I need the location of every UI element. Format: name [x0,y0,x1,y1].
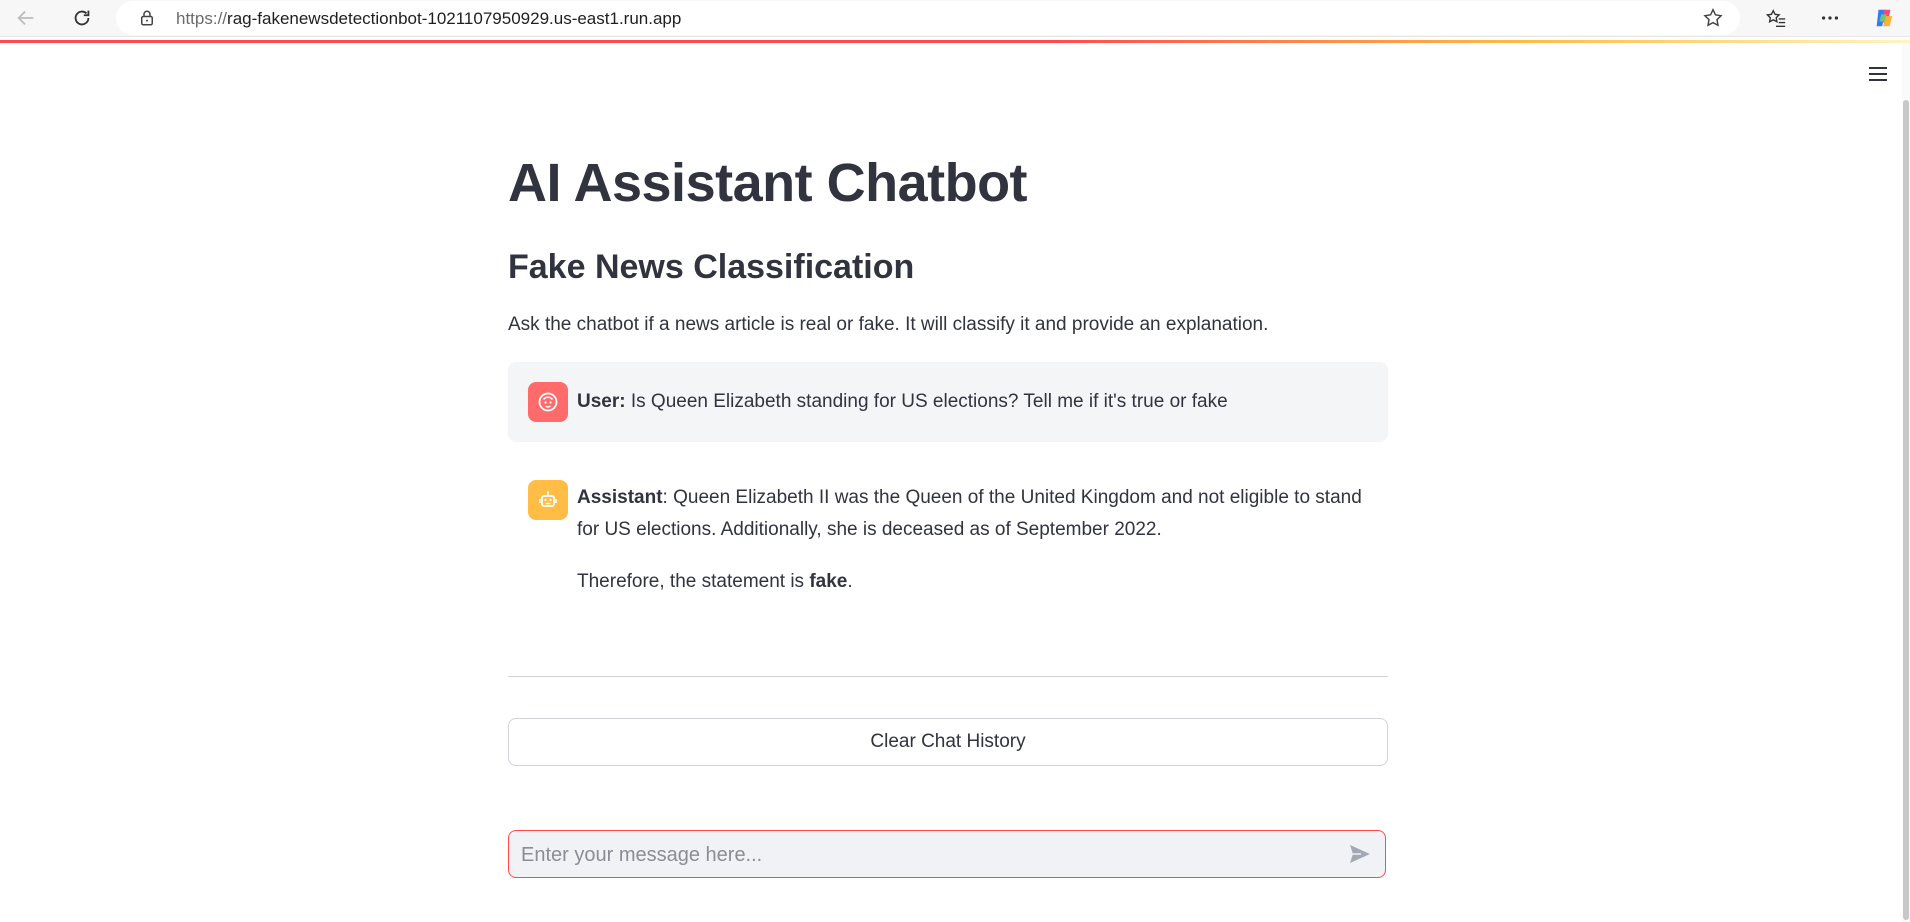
user-role-label: User [577,391,620,412]
assistant-conclusion-suffix: . [847,571,853,592]
assistant-message-text: Assistant: Queen Elizabeth II was the Qu… [577,482,1377,598]
scrollbar-thumb[interactable] [1903,100,1909,920]
assistant-avatar [528,480,568,520]
robot-icon [539,491,557,507]
browser-toolbar: https://rag-fakenewsdetectionbot-1021107… [0,0,1910,37]
assistant-paragraph-1: Assistant: Queen Elizabeth II was the Qu… [577,487,1362,540]
chat-input-container [508,830,1386,878]
intro-text: Ask the chatbot if a news article is rea… [508,314,1269,335]
favorites-icon [1765,9,1786,27]
back-button[interactable] [10,2,42,34]
assistant-message: Assistant: Queen Elizabeth II was the Qu… [508,458,1388,608]
clear-chat-history-button[interactable]: Clear Chat History [508,718,1388,766]
send-button[interactable] [1347,841,1373,867]
user-face-icon [538,392,558,412]
reload-button[interactable] [66,2,98,34]
reload-icon [74,10,90,26]
assistant-paragraph-2: Therefore, the statement is fake. [577,566,1377,598]
app-menu-button[interactable] [1864,60,1892,88]
page-title: AI Assistant Chatbot [508,153,1028,213]
back-icon [17,10,34,26]
star-icon[interactable] [1702,7,1724,29]
assistant-message-body: Queen Elizabeth II was the Queen of the … [577,487,1362,540]
user-message-text: User: Is Queen Elizabeth standing for US… [577,391,1228,412]
url-host: rag-fakenewsdetectionbot-1021107950929.u… [227,9,682,28]
divider [508,676,1388,677]
hamburger-menu-icon [1869,67,1887,81]
user-message: User: Is Queen Elizabeth standing for US… [508,362,1388,442]
url-scheme: https:// [176,9,228,28]
more-button[interactable] [1814,2,1846,34]
lock-icon[interactable] [138,9,156,27]
send-icon [1350,845,1370,863]
assistant-role-label: Assistant [577,487,663,508]
app-accent-bar [0,40,1910,43]
url-text[interactable]: https://rag-fakenewsdetectionbot-1021107… [176,9,681,29]
page-subtitle: Fake News Classification [508,248,915,286]
chat-input[interactable] [519,835,1323,875]
user-avatar [528,382,568,422]
copilot-button[interactable] [1868,2,1900,34]
user-message-body: Is Queen Elizabeth standing for US elect… [630,391,1228,412]
copilot-icon [1876,9,1893,27]
favorites-button[interactable] [1760,2,1792,34]
assistant-conclusion-prefix: Therefore, the statement is [577,571,810,592]
assistant-verdict: fake [809,571,848,592]
address-bar[interactable]: https://rag-fakenewsdetectionbot-1021107… [116,1,1740,35]
more-icon [1821,16,1839,20]
